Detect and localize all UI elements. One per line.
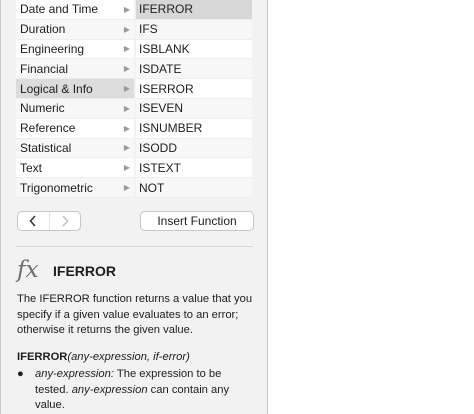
category-label: Duration <box>20 22 66 37</box>
function-item-istext[interactable]: ISTEXT <box>136 158 252 179</box>
category-item-date-and-time[interactable]: Date and Time ▶ <box>16 0 134 20</box>
function-help-title: IFERROR <box>53 263 116 279</box>
function-item-iferror[interactable]: IFERROR <box>136 0 252 20</box>
category-label: Numeric <box>20 101 65 116</box>
disclosure-arrow-icon: ▶ <box>123 84 130 94</box>
disclosure-arrow-icon: ▶ <box>123 143 130 153</box>
category-item-reference[interactable]: Reference ▶ <box>16 118 134 139</box>
category-label: Trigonometric <box>20 180 93 195</box>
divider <box>16 246 253 247</box>
category-label: Statistical <box>20 140 72 155</box>
function-item-iserror[interactable]: ISERROR <box>136 79 252 99</box>
function-item-isnumber[interactable]: ISNUMBER <box>136 118 252 139</box>
argument-term-ref: any-expression <box>71 383 148 396</box>
argument-description: ● any-expression: The expression to be t… <box>17 367 257 414</box>
disclosure-arrow-icon: ▶ <box>123 44 130 54</box>
category-label: Reference <box>20 121 76 136</box>
syntax-arguments: (any-expression, if-error) <box>67 351 190 363</box>
category-item-duration[interactable]: Duration ▶ <box>16 19 134 40</box>
back-button[interactable] <box>18 212 49 230</box>
function-description: The IFERROR function returns a value tha… <box>17 293 253 337</box>
chevron-left-icon <box>29 215 36 227</box>
category-item-financial[interactable]: Financial ▶ <box>16 59 134 80</box>
category-item-text[interactable]: Text ▶ <box>16 158 134 179</box>
disclosure-arrow-icon: ▶ <box>123 183 130 193</box>
disclosure-arrow-icon: ▶ <box>123 123 130 133</box>
category-label: Text <box>20 160 43 175</box>
category-item-logical-and-info[interactable]: Logical & Info ▶ <box>16 79 134 99</box>
category-label: Financial <box>20 61 69 76</box>
function-item-ifs[interactable]: IFS <box>136 19 252 40</box>
category-item-engineering[interactable]: Engineering ▶ <box>16 39 134 60</box>
function-browser-panel: Date and Time ▶ Duration ▶ Engineering ▶… <box>0 0 268 414</box>
argument-term: any-expression: <box>35 368 114 380</box>
category-item-numeric[interactable]: Numeric ▶ <box>16 98 134 119</box>
forward-button[interactable] <box>48 212 81 230</box>
chevron-right-icon <box>62 215 69 227</box>
category-item-statistical[interactable]: Statistical ▶ <box>16 138 134 159</box>
disclosure-arrow-icon: ▶ <box>123 64 130 74</box>
category-label: Logical & Info <box>20 81 93 96</box>
function-fx-icon: fx <box>17 257 39 283</box>
function-item-isdate[interactable]: ISDATE <box>136 59 252 80</box>
category-item-trigonometric[interactable]: Trigonometric ▶ <box>16 178 134 198</box>
category-label: Date and Time <box>20 2 99 17</box>
function-item-not[interactable]: NOT <box>136 178 252 198</box>
disclosure-arrow-icon: ▶ <box>123 24 130 34</box>
category-label: Engineering <box>20 41 85 56</box>
disclosure-arrow-icon: ▶ <box>123 163 130 173</box>
disclosure-arrow-icon: ▶ <box>123 103 130 113</box>
bullet-icon: ● <box>17 368 24 380</box>
category-list: Date and Time ▶ Duration ▶ Engineering ▶… <box>16 0 134 198</box>
navigation-buttons <box>17 211 81 231</box>
function-syntax: IFERROR(any-expression, if-error) <box>17 351 190 363</box>
function-item-iseven[interactable]: ISEVEN <box>136 98 252 119</box>
insert-function-button[interactable]: Insert Function <box>140 211 254 231</box>
function-item-isblank[interactable]: ISBLANK <box>136 39 252 60</box>
syntax-function-name: IFERROR <box>17 351 68 363</box>
argument-text: any-expression: The expression to be tes… <box>35 367 257 414</box>
function-item-isodd[interactable]: ISODD <box>136 138 252 159</box>
disclosure-arrow-icon: ▶ <box>123 4 130 14</box>
function-browser: Date and Time ▶ Duration ▶ Engineering ▶… <box>16 0 252 198</box>
function-list: IFERROR IFS ISBLANK ISDATE ISERROR ISEVE… <box>136 0 252 198</box>
